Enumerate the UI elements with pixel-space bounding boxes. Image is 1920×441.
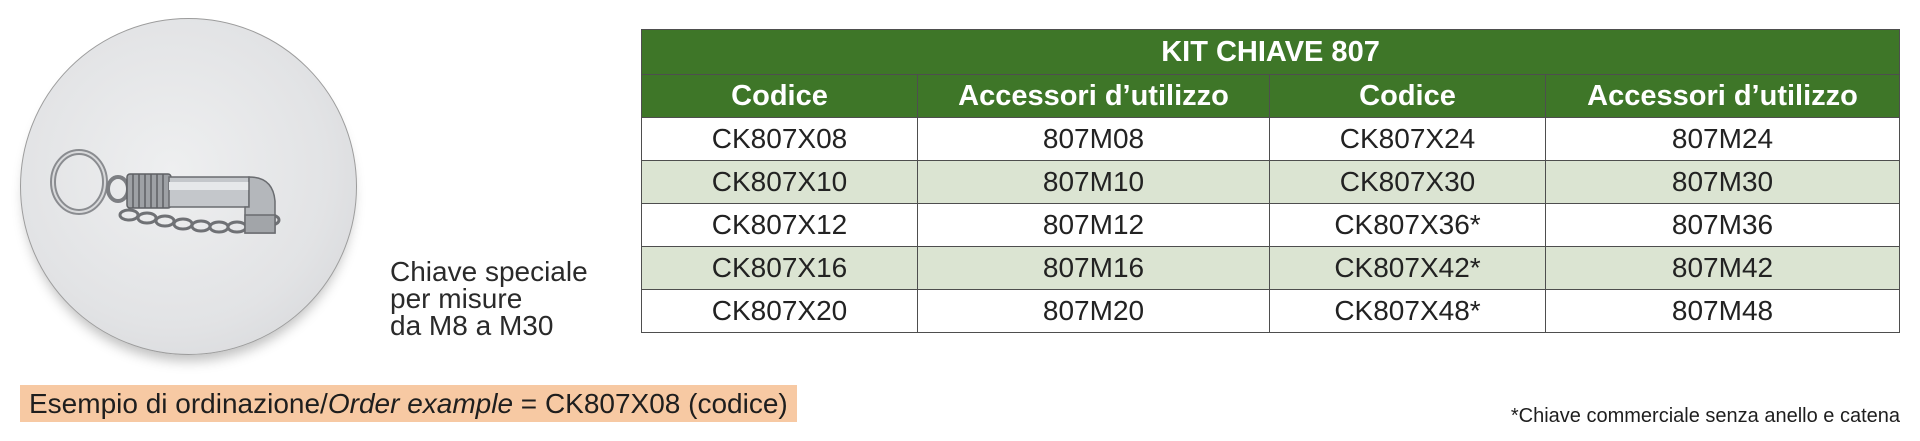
cell-accessory: 807M48: [1544, 289, 1901, 333]
kit-table: KIT CHIAVE 807 Codice Accessori d’utiliz…: [640, 29, 1901, 333]
table-row: CK807X20 807M20 CK807X48* 807M48: [641, 289, 1901, 333]
table-row: CK807X08 807M08 CK807X24 807M24: [641, 117, 1901, 161]
order-example: Esempio di ordinazione/Order example = C…: [20, 385, 797, 422]
product-image-circle: [20, 18, 357, 355]
cell-accessory: 807M08: [917, 117, 1270, 161]
table-title: KIT CHIAVE 807: [640, 29, 1901, 75]
cell-accessory: 807M10: [917, 160, 1270, 204]
header-codice-2: Codice: [1269, 74, 1546, 118]
cell-code: CK807X10: [641, 160, 918, 204]
cell-code: CK807X42*: [1269, 246, 1546, 290]
table-row: CK807X16 807M16 CK807X42* 807M42: [641, 246, 1901, 290]
cell-accessory: 807M20: [917, 289, 1270, 333]
hex-key-illustration: [50, 149, 281, 234]
cell-code: CK807X30: [1269, 160, 1546, 204]
cell-accessory: 807M30: [1544, 160, 1901, 204]
header-accessori: Accessori d’utilizzo: [917, 74, 1270, 118]
cell-code: CK807X48*: [1269, 289, 1546, 333]
cell-accessory: 807M12: [917, 203, 1270, 247]
order-example-italic: Order example: [327, 388, 514, 419]
footnote: *Chiave commerciale senza anello e caten…: [1510, 405, 1900, 427]
cell-code: CK807X08: [641, 117, 918, 161]
cell-accessory: 807M42: [1544, 246, 1901, 290]
product-caption: Chiave speciale per misure da M8 a M30: [390, 256, 588, 341]
header-accessori-2: Accessori d’utilizzo: [1544, 74, 1901, 118]
cell-code: CK807X36*: [1269, 203, 1546, 247]
cell-code: CK807X24: [1269, 117, 1546, 161]
cell-code: CK807X12: [641, 203, 918, 247]
cell-code: CK807X16: [641, 246, 918, 290]
cell-code: CK807X20: [641, 289, 918, 333]
cell-accessory: 807M36: [1544, 203, 1901, 247]
table-row: CK807X10 807M10 CK807X30 807M30: [641, 160, 1901, 204]
cell-accessory: 807M24: [1544, 117, 1901, 161]
order-example-prefix: Esempio di ordinazione/: [29, 388, 328, 419]
order-example-suffix: = CK807X08 (codice): [513, 388, 788, 419]
cell-accessory: 807M16: [917, 246, 1270, 290]
table-row: CK807X12 807M12 CK807X36* 807M36: [641, 203, 1901, 247]
header-codice: Codice: [641, 74, 918, 118]
